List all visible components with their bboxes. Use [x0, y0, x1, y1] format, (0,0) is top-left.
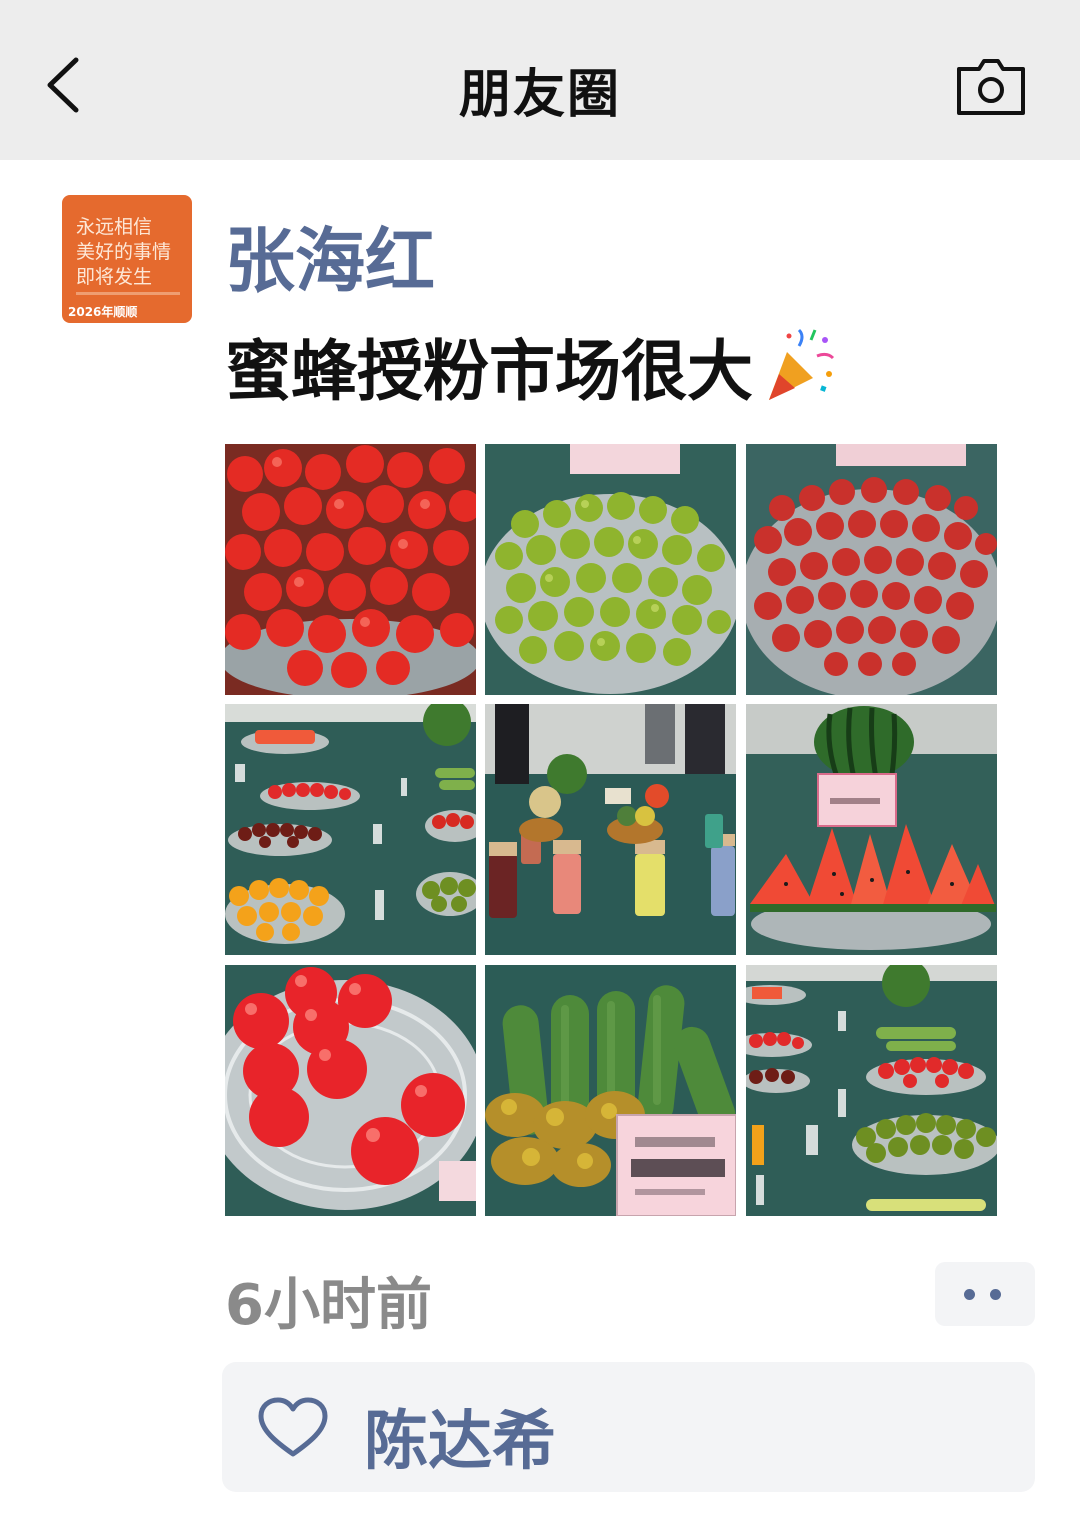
photo-sliced-watermelon[interactable] — [746, 704, 997, 955]
photo-produce-display-plates[interactable] — [746, 965, 997, 1216]
avatar-footer: 2026年顺顺 — [68, 305, 138, 319]
post-text: 蜜蜂授粉市场很大 — [225, 318, 839, 414]
nav-bar: 朋友圈 — [0, 0, 1080, 160]
photo-seed-jars-and-melons[interactable] — [485, 704, 736, 955]
avatar-text: 永远相信 — [76, 216, 153, 238]
post-time: 6小时前 — [225, 1273, 432, 1338]
more-dot-icon — [964, 1289, 975, 1300]
page-title: 朋友圈 — [458, 65, 621, 125]
photo-cucumbers-with-sign[interactable] — [485, 965, 736, 1216]
avatar-text: 即将发生 — [76, 266, 153, 288]
more-dot-icon — [990, 1289, 1001, 1300]
avatar-divider — [76, 292, 180, 295]
likes-panel: 陈达希 — [222, 1362, 1035, 1492]
heart-icon — [258, 1397, 328, 1457]
photo-green-cherry-tomatoes[interactable] — [485, 444, 736, 695]
camera-icon[interactable] — [955, 55, 1027, 117]
photo-red-tomatoes-on-glass-plate[interactable] — [225, 965, 476, 1216]
avatar-text: 美好的事情 — [76, 241, 172, 263]
avatar[interactable]: 永远相信 美好的事情 即将发生 2026年顺顺 — [62, 195, 192, 323]
post-text-content: 蜜蜂授粉市场很大 — [225, 333, 753, 410]
photo-grid — [225, 444, 997, 1216]
photo-red-cherry-tomatoes[interactable] — [225, 444, 476, 695]
more-options-button[interactable] — [935, 1262, 1035, 1326]
party-popper-icon — [769, 328, 835, 400]
author-name[interactable]: 张海红 — [225, 205, 435, 306]
liker-name[interactable]: 陈达希 — [364, 1390, 556, 1482]
photo-dark-red-cherry-tomatoes[interactable] — [746, 444, 997, 695]
photo-produce-exhibition-table[interactable] — [225, 704, 476, 955]
